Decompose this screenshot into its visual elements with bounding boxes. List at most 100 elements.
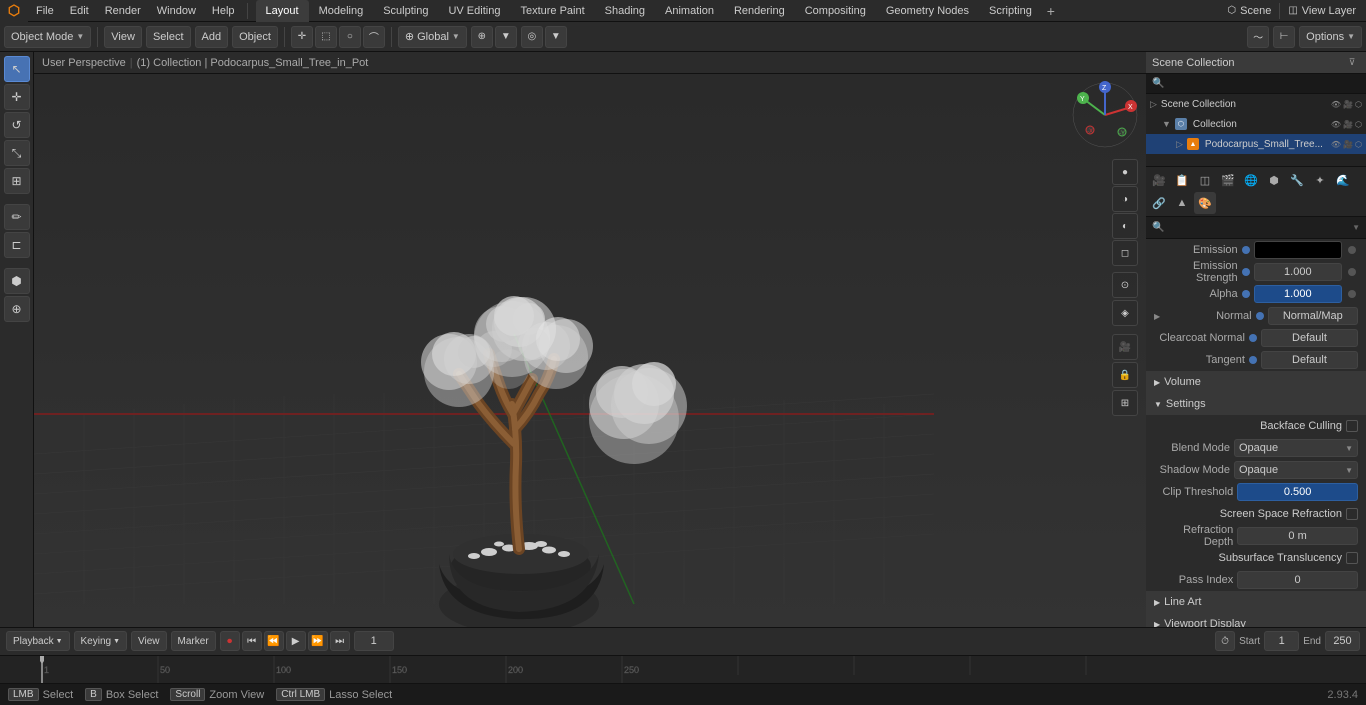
prop-particles-icon[interactable]: ✦ (1309, 169, 1331, 191)
prop-world-icon[interactable]: 🌐 (1240, 169, 1262, 191)
viewport-shading-rendered[interactable]: ◐ (1112, 213, 1138, 239)
prop-modifiers-icon[interactable]: 🔧 (1286, 169, 1308, 191)
menu-render[interactable]: Render (97, 0, 149, 22)
record-button[interactable]: ⏺ (220, 631, 240, 651)
move-tool[interactable]: ✛ (4, 84, 30, 110)
graph-icon[interactable]: 〜 (1247, 26, 1269, 48)
lock-camera-btn[interactable]: 🔒 (1112, 362, 1138, 388)
rotate-tool[interactable]: ↺ (4, 112, 30, 138)
prop-object-icon[interactable]: ⬢ (1263, 169, 1285, 191)
tab-geometry-nodes[interactable]: Geometry Nodes (876, 0, 979, 22)
end-frame-field[interactable]: 250 (1325, 631, 1360, 651)
alpha-value[interactable]: 1.000 (1254, 285, 1342, 303)
menu-window[interactable]: Window (149, 0, 204, 22)
emission-dot[interactable] (1242, 246, 1250, 254)
select-box-tool[interactable]: ⬚ (315, 26, 337, 48)
camera-view-btn[interactable]: 🎥 (1112, 334, 1138, 360)
properties-search[interactable]: 🔍 ▼ (1146, 217, 1366, 239)
quad-view-btn[interactable]: ⊞ (1112, 390, 1138, 416)
viewport-display-section-header[interactable]: ▶ Viewport Display (1146, 613, 1366, 627)
proportional-settings[interactable]: ▼ (545, 26, 567, 48)
screen-space-refraction-checkbox[interactable] (1346, 508, 1358, 520)
tab-rendering[interactable]: Rendering (724, 0, 795, 22)
outliner-row-object[interactable]: ▷ ▲ Podocarpus_Small_Tree... 👁 🎥 ⬡ (1146, 134, 1366, 154)
timeline-marker-menu[interactable]: Marker (171, 631, 216, 651)
prop-physics-icon[interactable]: 🌊 (1332, 169, 1354, 191)
tab-compositing[interactable]: Compositing (795, 0, 876, 22)
scene-selector[interactable]: ⬡ Scene (1221, 3, 1277, 19)
outliner-row-collection[interactable]: ▼ ⬡ Collection 👁 🎥 ⬡ (1146, 114, 1366, 134)
outliner-search-input[interactable] (1168, 78, 1360, 89)
blend-mode-dropdown[interactable]: Opaque ▼ (1234, 439, 1358, 457)
menu-edit[interactable]: Edit (62, 0, 97, 22)
timeline-playback-menu[interactable]: Playback ▼ (6, 631, 70, 651)
shadow-mode-dropdown[interactable]: Opaque ▼ (1234, 461, 1358, 479)
options-button[interactable]: Options ▼ (1299, 26, 1362, 48)
scale-tool[interactable]: ⤡ (4, 140, 30, 166)
filter-icon[interactable]: ⊽ (1344, 55, 1360, 71)
menu-file[interactable]: File (28, 0, 62, 22)
measure-tool[interactable]: ⊏ (4, 232, 30, 258)
normal-value[interactable]: Normal/Map (1268, 307, 1358, 325)
add-cube-tool[interactable]: ⬢ (4, 268, 30, 294)
tab-scripting[interactable]: Scripting (979, 0, 1042, 22)
tab-animation[interactable]: Animation (655, 0, 724, 22)
annotate-tool[interactable]: ✏ (4, 204, 30, 230)
prop-scene-icon[interactable]: 🎬 (1217, 169, 1239, 191)
add-menu[interactable]: Add (195, 26, 229, 48)
backface-culling-checkbox[interactable] (1346, 420, 1358, 432)
prop-view-layer-icon[interactable]: ◫ (1194, 169, 1216, 191)
view-layer-selector[interactable]: ◫ View Layer (1282, 3, 1362, 19)
clip-threshold-value[interactable]: 0.500 (1237, 483, 1358, 501)
properties-search-input[interactable] (1164, 222, 1352, 233)
timeline-view-menu[interactable]: View (131, 631, 167, 651)
current-frame-field[interactable]: 1 (354, 631, 394, 651)
alpha-dot[interactable] (1242, 290, 1250, 298)
emission-strength-value[interactable]: 1.000 (1254, 263, 1342, 281)
viewport-overlay-toggle[interactable]: ⊙ (1112, 272, 1138, 298)
step-back-button[interactable]: ⏪ (264, 631, 284, 651)
proportional-toggle[interactable]: ◎ (521, 26, 543, 48)
cursor-tool[interactable]: ✛ (291, 26, 313, 48)
select-menu[interactable]: Select (146, 26, 191, 48)
timeline-keying-menu[interactable]: Keying ▼ (74, 631, 128, 651)
transform-tool[interactable]: ⊞ (4, 168, 30, 194)
normal-dot[interactable] (1256, 312, 1264, 320)
transform-selector[interactable]: ⊕ Global ▼ (398, 26, 467, 48)
view-menu[interactable]: View (104, 26, 142, 48)
tangent-value[interactable]: Default (1261, 351, 1358, 369)
line-art-section-header[interactable]: ▶ Line Art (1146, 591, 1366, 613)
outliner-row-scene-collection[interactable]: ▷ Scene Collection 👁 🎥 ⬡ (1146, 94, 1366, 114)
tab-uv-editing[interactable]: UV Editing (438, 0, 510, 22)
mode-selector[interactable]: Object Mode ▼ (4, 26, 91, 48)
settings-section-header[interactable]: ▼ Settings (1146, 393, 1366, 415)
tab-sculpting[interactable]: Sculpting (373, 0, 438, 22)
step-forward-button[interactable]: ⏩ (308, 631, 328, 651)
play-button[interactable]: ▶ (286, 631, 306, 651)
volume-section-header[interactable]: ▶ Volume (1146, 371, 1366, 393)
snap-toggle[interactable]: ⊕ (471, 26, 493, 48)
select-lasso-tool[interactable]: ⌒ (363, 26, 385, 48)
object-menu[interactable]: Object (232, 26, 278, 48)
origin-tool[interactable]: ⊕ (4, 296, 30, 322)
emission-color[interactable] (1254, 241, 1342, 259)
timeline-ruler[interactable]: 1 50 100 150 200 250 (0, 656, 1366, 683)
tab-texture-paint[interactable]: Texture Paint (510, 0, 594, 22)
3d-viewport[interactable]: Y X Z -X -Y (34, 74, 1146, 627)
add-workspace-button[interactable]: + (1042, 2, 1060, 20)
subsurface-translucency-checkbox[interactable] (1346, 552, 1358, 564)
tangent-dot[interactable] (1249, 356, 1257, 364)
pass-index-value[interactable]: 0 (1237, 571, 1358, 589)
menu-help[interactable]: Help (204, 0, 243, 22)
clearcoat-normal-value[interactable]: Default (1261, 329, 1358, 347)
tab-shading[interactable]: Shading (595, 0, 655, 22)
viewport-gizmo-toggle[interactable]: ◈ (1112, 300, 1138, 326)
outliner-search-bar[interactable]: 🔍 (1146, 74, 1366, 94)
jump-end-button[interactable]: ⏭ (330, 631, 350, 651)
refraction-depth-value[interactable]: 0 m (1237, 527, 1358, 545)
prop-render-icon[interactable]: 🎥 (1148, 169, 1170, 191)
navigation-gizmo[interactable]: Y X Z -X -Y (1070, 80, 1140, 150)
prop-object-data-icon[interactable]: ▲ (1171, 192, 1193, 214)
select-tool[interactable]: ↖ (4, 56, 30, 82)
tab-modeling[interactable]: Modeling (309, 0, 374, 22)
